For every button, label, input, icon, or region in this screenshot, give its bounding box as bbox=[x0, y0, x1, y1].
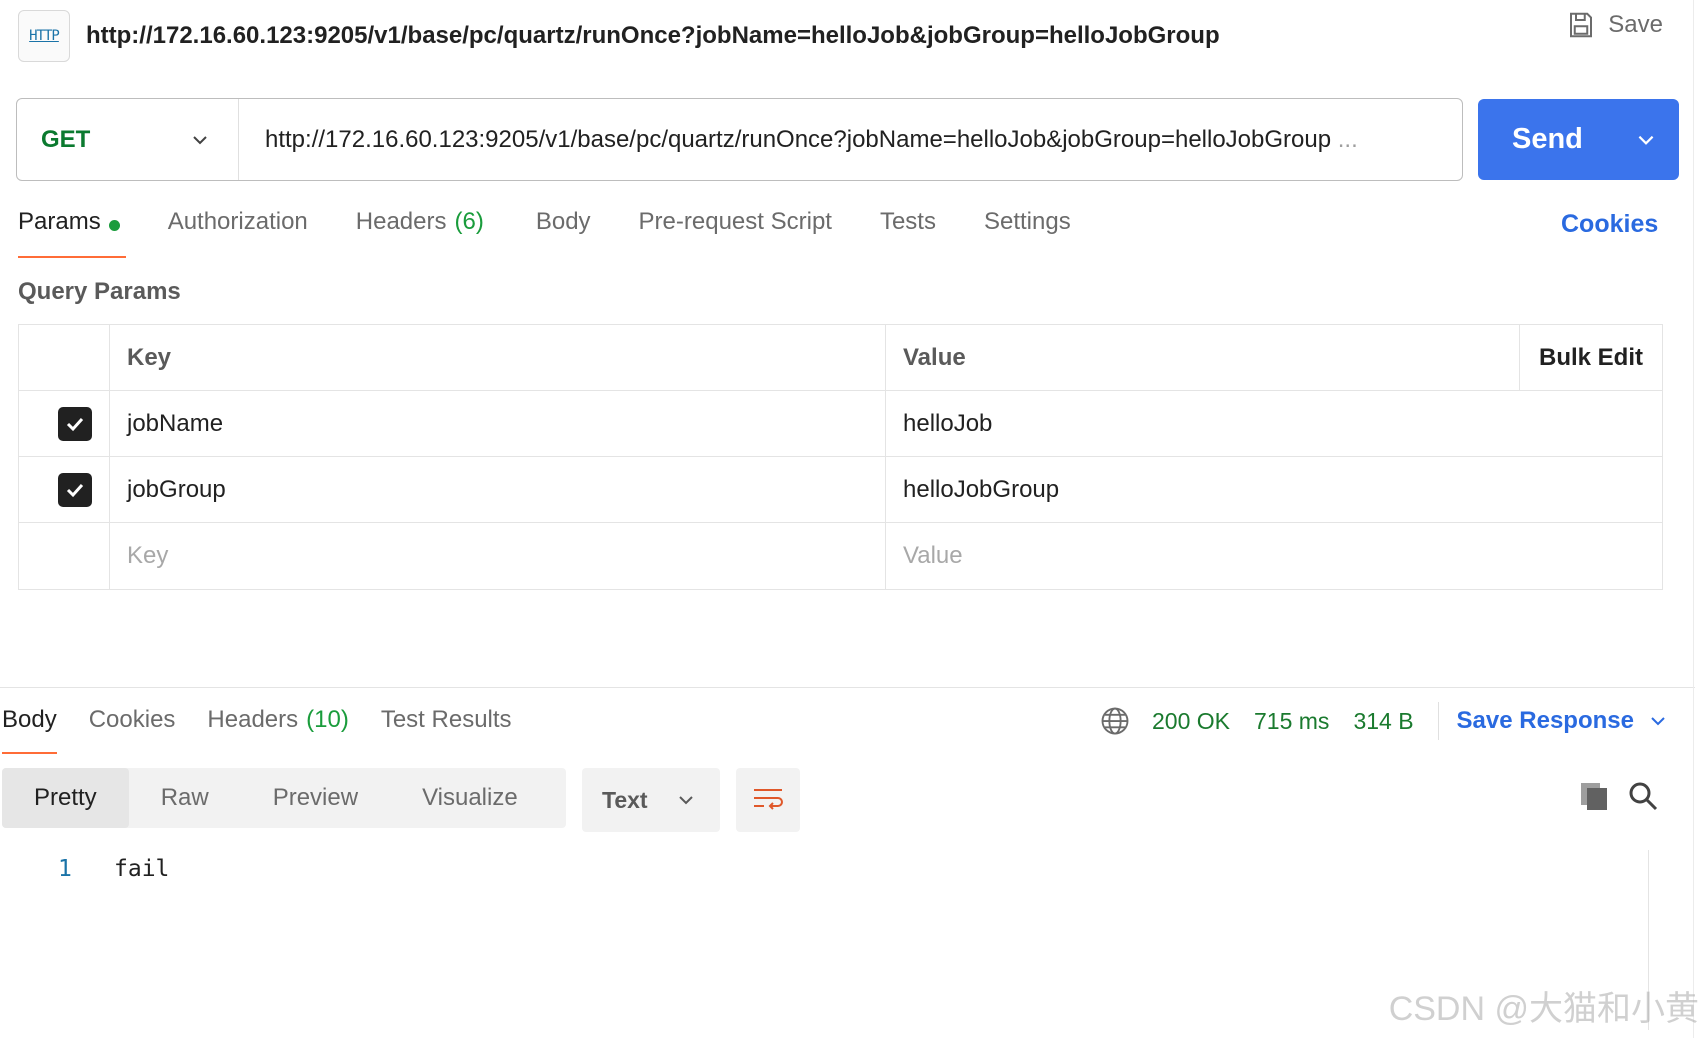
save-label: Save bbox=[1608, 11, 1663, 38]
request-tabs: Params Authorization Headers (6) Body Pre… bbox=[18, 208, 1119, 258]
response-size[interactable]: 314 B bbox=[1353, 708, 1413, 735]
cookies-link[interactable]: Cookies bbox=[1561, 210, 1658, 239]
line-number: 1 bbox=[58, 856, 72, 882]
response-divider[interactable] bbox=[0, 687, 1695, 688]
table-row: jobGroup helloJobGroup bbox=[19, 457, 1662, 523]
response-status-bar: 200 OK 715 ms 314 B Save Response bbox=[1100, 702, 1668, 740]
view-visualize[interactable]: Visualize bbox=[390, 768, 550, 828]
tab-params[interactable]: Params bbox=[18, 208, 126, 258]
tab-response-body[interactable]: Body bbox=[2, 706, 57, 754]
tab-pre-request-script[interactable]: Pre-request Script bbox=[639, 208, 832, 258]
copy-icon[interactable] bbox=[1578, 780, 1610, 812]
response-tabs: Body Cookies Headers (10) Test Results bbox=[2, 706, 544, 754]
new-param-key-input[interactable]: Key bbox=[110, 523, 886, 589]
column-header-value: Value bbox=[903, 343, 966, 371]
query-params-title: Query Params bbox=[18, 278, 181, 305]
column-header-key: Key bbox=[110, 325, 886, 390]
tab-tests[interactable]: Tests bbox=[880, 208, 936, 258]
table-row: jobName helloJob bbox=[19, 391, 1662, 457]
view-raw[interactable]: Raw bbox=[129, 768, 241, 828]
tab-body[interactable]: Body bbox=[536, 208, 591, 258]
send-label: Send bbox=[1512, 123, 1583, 155]
checkmark-icon bbox=[66, 483, 84, 497]
params-active-dot bbox=[108, 220, 120, 231]
save-icon bbox=[1570, 12, 1593, 38]
response-time[interactable]: 715 ms bbox=[1254, 708, 1329, 735]
http-request-icon: HTTP bbox=[18, 10, 70, 62]
format-select[interactable]: Text bbox=[582, 768, 720, 832]
divider bbox=[1437, 702, 1439, 740]
param-value[interactable]: helloJobGroup bbox=[886, 457, 1662, 522]
param-value[interactable]: helloJob bbox=[886, 391, 1662, 456]
pane-border bbox=[1693, 0, 1694, 1038]
request-title-bar: HTTP http://172.16.60.123:9205/v1/base/p… bbox=[18, 8, 1665, 64]
param-checkbox[interactable] bbox=[58, 406, 92, 441]
tab-response-headers[interactable]: Headers (10) bbox=[207, 706, 348, 754]
view-mode-tabs: Pretty Raw Preview Visualize bbox=[2, 768, 566, 828]
tab-settings[interactable]: Settings bbox=[984, 208, 1071, 258]
chevron-down-icon[interactable] bbox=[1635, 129, 1657, 151]
url-input[interactable]: http://172.16.60.123:9205/v1/base/pc/qua… bbox=[239, 126, 1462, 154]
checkmark-icon bbox=[66, 417, 84, 431]
bulk-edit-button[interactable]: Bulk Edit bbox=[1519, 325, 1662, 390]
query-params-table: Key Value Bulk Edit jobName helloJob job… bbox=[18, 324, 1663, 590]
search-icon[interactable] bbox=[1627, 780, 1659, 812]
tab-authorization[interactable]: Authorization bbox=[168, 208, 308, 258]
new-param-value-input[interactable]: Value bbox=[886, 523, 1662, 589]
response-content[interactable]: fail bbox=[114, 856, 169, 882]
tab-headers[interactable]: Headers (6) bbox=[356, 208, 484, 258]
watermark: CSDN @大猫和小黄 bbox=[1388, 990, 1699, 1028]
save-button[interactable]: Save bbox=[1566, 10, 1663, 40]
param-key[interactable]: jobName bbox=[110, 391, 886, 456]
view-preview[interactable]: Preview bbox=[241, 768, 390, 828]
table-row-empty: Key Value bbox=[19, 523, 1662, 589]
method-label: GET bbox=[41, 125, 91, 153]
param-key[interactable]: jobGroup bbox=[110, 457, 886, 522]
save-response-button[interactable]: Save Response bbox=[1457, 707, 1668, 735]
method-select[interactable]: GET bbox=[17, 99, 239, 180]
wrap-lines-icon bbox=[754, 789, 783, 810]
view-pretty[interactable]: Pretty bbox=[2, 768, 129, 828]
request-bar: GET http://172.16.60.123:9205/v1/base/pc… bbox=[16, 98, 1463, 181]
tab-test-results[interactable]: Test Results bbox=[381, 706, 512, 754]
request-title[interactable]: http://172.16.60.123:9205/v1/base/pc/qua… bbox=[86, 22, 1220, 50]
wrap-lines-button[interactable] bbox=[736, 768, 800, 832]
param-checkbox[interactable] bbox=[58, 472, 92, 507]
response-code-line: 1 fail bbox=[58, 856, 169, 882]
chevron-down-icon bbox=[679, 796, 693, 805]
table-header-row: Key Value Bulk Edit bbox=[19, 325, 1662, 391]
chevron-down-icon bbox=[1651, 717, 1665, 726]
globe-icon[interactable] bbox=[1100, 706, 1130, 736]
chevron-down-icon bbox=[193, 135, 207, 144]
tab-response-cookies[interactable]: Cookies bbox=[89, 706, 176, 754]
status-code[interactable]: 200 OK bbox=[1152, 708, 1230, 735]
send-button[interactable]: Send bbox=[1478, 99, 1679, 180]
